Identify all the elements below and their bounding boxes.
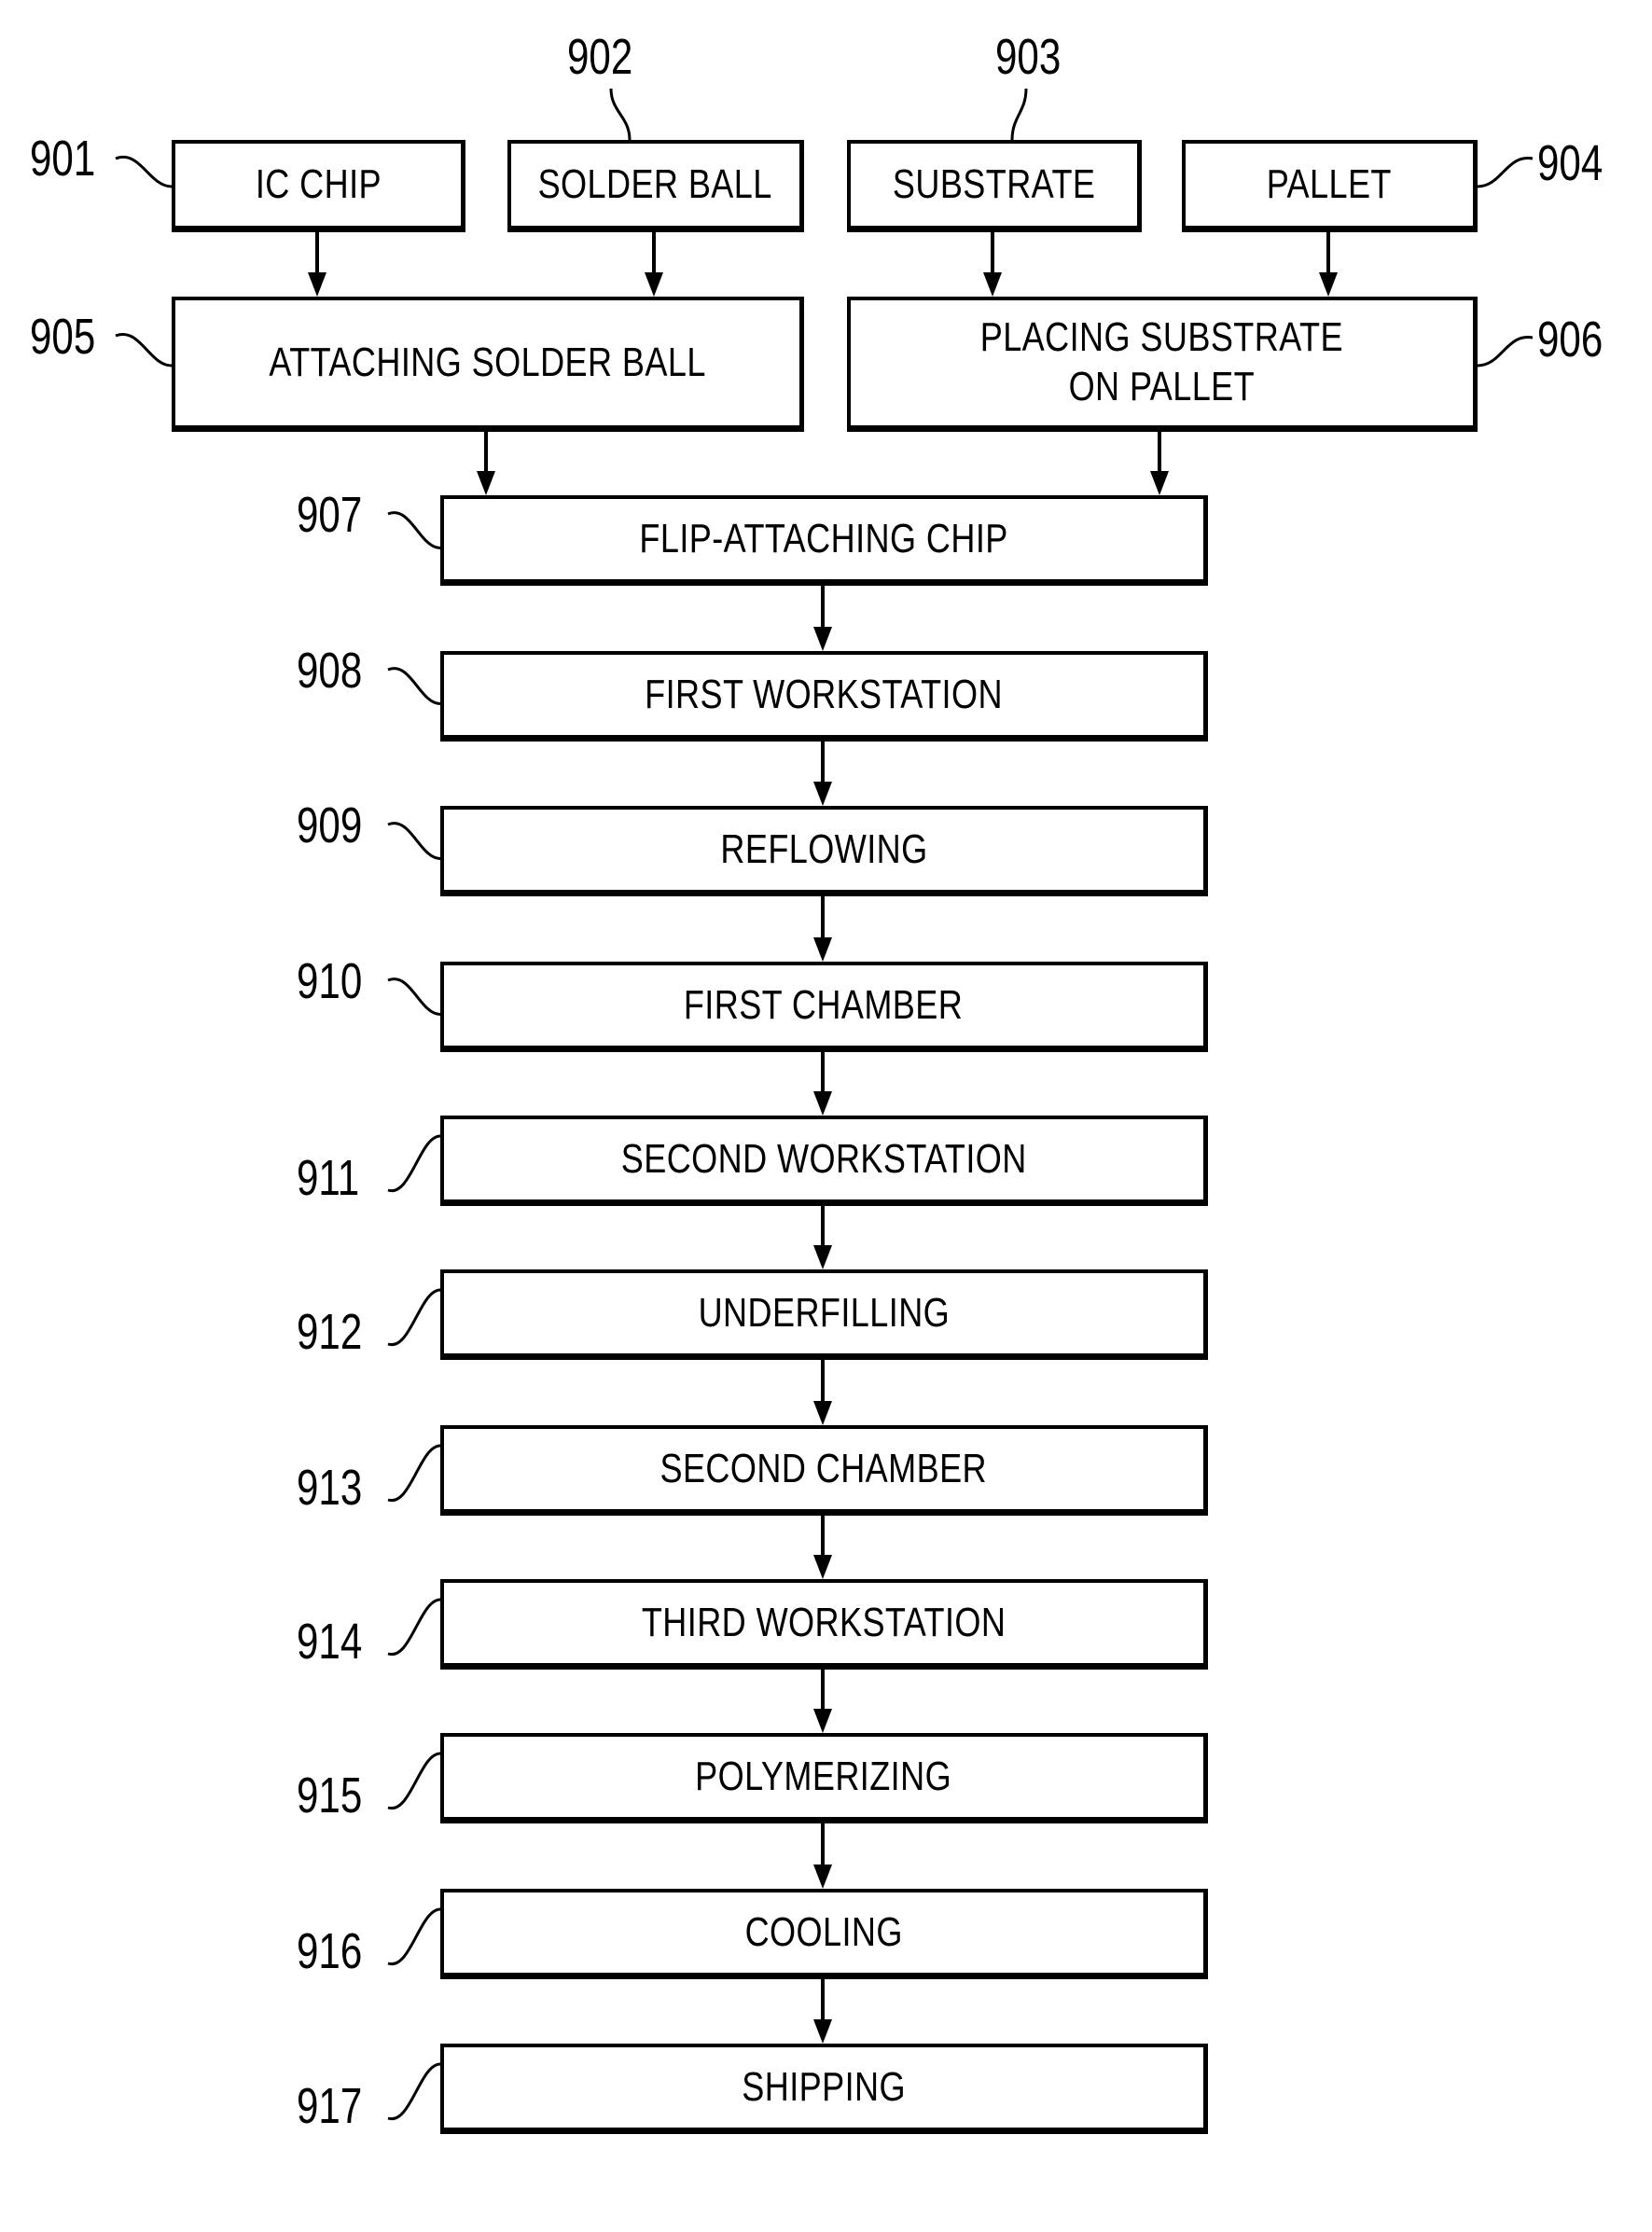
ref-917: 917 [297,2078,363,2134]
box-912-underfilling: UNDERFILLING [440,1269,1208,1360]
ref-907: 907 [297,487,363,543]
arrow-916-to-917 [813,1979,832,2044]
box-904-pallet: PALLET [1182,140,1478,232]
ref-910: 910 [297,953,363,1009]
box-label: SUBSTRATE [892,160,1096,207]
ref-904: 904 [1537,135,1603,191]
box-916-cooling: COOLING [440,1889,1208,1979]
box-905-attaching-solder-ball: ATTACHING SOLDER BALL [172,297,804,432]
ref-902: 902 [567,29,633,85]
box-913-second-chamber: SECOND CHAMBER [440,1425,1208,1516]
box-label: ATTACHING SOLDER BALL [269,339,706,385]
leader-905 [115,332,173,367]
leader-902 [609,88,632,141]
box-label: FIRST CHAMBER [684,981,964,1028]
arrow-908-to-909 [813,742,832,806]
box-label: PLACING SUBSTRATE ON PALLET [979,314,1344,409]
arrow-909-to-910 [813,896,832,962]
arrow-915-to-916 [813,1823,832,1889]
box-label: FLIP-ATTACHING CHIP [639,515,1008,561]
leader-903 [1010,88,1028,141]
box-910-first-chamber: FIRST CHAMBER [440,962,1208,1052]
ref-915: 915 [297,1768,363,1823]
leader-917 [387,2062,441,2120]
box-label: SHIPPING [742,2063,906,2110]
box-label: POLYMERIZING [695,1753,952,1799]
arrow-914-to-915 [813,1670,832,1733]
box-901-ic-chip: IC CHIP [172,140,465,232]
box-label: PALLET [1266,160,1393,207]
ref-909: 909 [297,797,363,853]
box-label: SECOND WORKSTATION [620,1135,1027,1182]
leader-915 [387,1752,441,1809]
box-917-shipping: SHIPPING [440,2044,1208,2134]
ref-901: 901 [30,131,96,187]
arrow-907-to-908 [813,586,832,651]
ref-906: 906 [1537,312,1603,367]
arrow-904-to-906 [1319,232,1338,297]
ref-908: 908 [297,643,363,699]
box-909-reflowing: REFLOWING [440,806,1208,896]
ref-903: 903 [995,29,1062,85]
leader-914 [387,1598,441,1656]
box-915-polymerizing: POLYMERIZING [440,1733,1208,1823]
leader-912 [387,1288,441,1346]
arrow-903-to-906 [983,232,1002,297]
leader-916 [387,1907,441,1965]
box-label: SOLDER BALL [537,160,773,207]
flowchart: IC CHIP SOLDER BALL SUBSTRATE PALLET ATT… [0,0,1652,2232]
box-908-first-workstation: FIRST WORKSTATION [440,651,1208,742]
leader-909 [387,822,441,860]
ref-914: 914 [297,1614,363,1670]
box-906-placing-substrate: PLACING SUBSTRATE ON PALLET [847,297,1478,432]
leader-908 [387,667,441,705]
ref-913: 913 [297,1460,363,1516]
leader-911 [387,1134,441,1192]
arrow-906-to-907 [1150,432,1169,495]
leader-907 [387,511,441,549]
ref-905: 905 [30,309,96,365]
arrow-902-to-905 [645,232,663,297]
leader-906 [1477,336,1534,367]
arrow-911-to-912 [813,1206,832,1269]
leader-904 [1477,157,1534,188]
arrow-912-to-913 [813,1360,832,1425]
leader-910 [387,977,441,1016]
box-label: SECOND CHAMBER [659,1445,988,1491]
box-label: IC CHIP [255,160,382,207]
box-907-flip-attaching-chip: FLIP-ATTACHING CHIP [440,495,1208,586]
arrow-913-to-914 [813,1516,832,1579]
arrow-910-to-911 [813,1052,832,1116]
ref-916: 916 [297,1923,363,1979]
box-label: COOLING [744,1908,903,1955]
leader-901 [115,155,173,188]
box-label: FIRST WORKSTATION [645,671,1003,717]
box-902-solder-ball: SOLDER BALL [507,140,804,232]
ref-912: 912 [297,1304,363,1360]
box-label: REFLOWING [719,825,928,872]
box-914-third-workstation: THIRD WORKSTATION [440,1579,1208,1670]
box-903-substrate: SUBSTRATE [847,140,1142,232]
box-label: UNDERFILLING [698,1289,950,1336]
box-label: THIRD WORKSTATION [641,1599,1006,1645]
arrow-901-to-905 [308,232,326,297]
box-911-second-workstation: SECOND WORKSTATION [440,1116,1208,1206]
arrow-905-to-907 [477,432,495,495]
leader-913 [387,1444,441,1502]
ref-911: 911 [297,1150,360,1206]
